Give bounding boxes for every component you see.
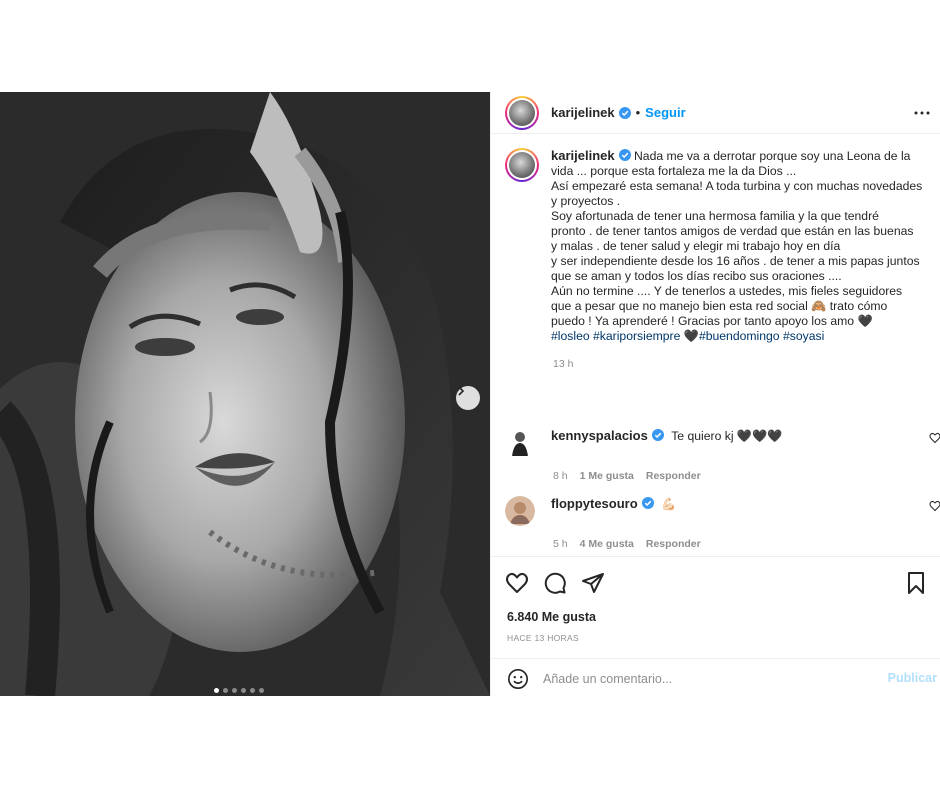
comment-like-heart-icon[interactable] (929, 500, 940, 512)
comment-meta: 8 h 1 Me gusta Responder (553, 470, 940, 482)
more-options-icon[interactable] (913, 104, 931, 122)
carousel-dot (214, 688, 219, 693)
carousel-dot (223, 688, 228, 693)
post-sidebar: karijelinek • Seguir karijelinek Nada me… (490, 92, 940, 696)
follow-button[interactable]: Seguir (645, 105, 685, 120)
caption-line: puedo ! Ya aprenderé ! Gracias por tanto… (551, 314, 873, 328)
caption-line: vida ... porque esta fortaleza me la da … (551, 164, 797, 178)
caption-time: 13 h (553, 358, 574, 370)
caption-username[interactable]: karijelinek (551, 148, 615, 163)
portrait-illustration (0, 92, 490, 696)
author-username[interactable]: karijelinek (551, 105, 615, 120)
comment-item: floppytesouro 💪🏻 5 h 4 Me gusta Responde… (505, 496, 940, 550)
verified-badge-icon (618, 106, 631, 119)
share-icon[interactable] (581, 571, 605, 595)
caption-line: que se aman y todos los días recibo sus … (551, 269, 842, 283)
header-separator: • (635, 105, 641, 120)
bookmark-icon[interactable] (905, 571, 927, 595)
emoji-icon[interactable] (507, 668, 529, 690)
carousel-dot (232, 688, 237, 693)
publish-button[interactable]: Publicar (888, 671, 937, 685)
likes-count[interactable]: 6.840 Me gusta (507, 610, 596, 624)
comment-username[interactable]: kennyspalacios (551, 428, 648, 443)
posted-time: HACE 13 HORAS (507, 633, 579, 643)
comment-time: 8 h (553, 470, 568, 482)
post-header: karijelinek • Seguir (491, 92, 940, 134)
next-slide-button[interactable] (456, 386, 480, 410)
heart-icon[interactable] (505, 571, 529, 595)
caption-line: y ser independiente desde los 16 años . … (551, 254, 920, 268)
comment-text: 💪🏻 (661, 497, 677, 511)
comment-input[interactable] (543, 671, 863, 686)
caption-hashtags[interactable]: #losleo #kariporsiempre 🖤#buendomingo #s… (551, 329, 940, 344)
caption-avatar[interactable] (505, 148, 539, 182)
comment-likes[interactable]: 4 Me gusta (580, 538, 634, 550)
comment-item: kennyspalacios Te quiero kj 🖤🖤🖤 8 h 1 Me… (505, 428, 940, 482)
caption-line: Aún no termine .... Y de tenerlos a uste… (551, 284, 903, 298)
caption-text: karijelinek Nada me va a derrotar porque… (551, 148, 940, 344)
instagram-post: karijelinek • Seguir karijelinek Nada me… (0, 92, 940, 696)
comment-likes[interactable]: 1 Me gusta (580, 470, 634, 482)
carousel-dot (241, 688, 246, 693)
verified-badge-icon (641, 497, 654, 509)
comment-time: 5 h (553, 538, 568, 550)
caption-line: Soy afortunada de tener una hermosa fami… (551, 209, 879, 223)
verified-badge-icon (618, 149, 631, 161)
comment-body: floppytesouro 💪🏻 (551, 496, 676, 512)
caption-line: y malas . de tener salud y elegir mi tra… (551, 239, 841, 253)
comment-body: kennyspalacios Te quiero kj 🖤🖤🖤 (551, 428, 782, 444)
comment-icon[interactable] (543, 571, 567, 595)
verified-badge-icon (651, 429, 664, 441)
carousel-dot (250, 688, 255, 693)
reply-button[interactable]: Responder (646, 470, 701, 482)
caption-line: que a pesar que no manejo bien esta red … (551, 299, 888, 313)
caption-line: y proyectos . (551, 194, 621, 208)
comment-text: Te quiero kj 🖤🖤🖤 (671, 429, 783, 443)
caption-line: pronto . de tener tantos amigos de verda… (551, 224, 914, 238)
post-actions: 6.840 Me gusta HACE 13 HORAS Publicar (491, 556, 940, 696)
chevron-right-icon (458, 386, 465, 396)
caption: karijelinek Nada me va a derrotar porque… (491, 148, 940, 370)
comment-meta: 5 h 4 Me gusta Responder (553, 538, 940, 550)
reply-button[interactable]: Responder (646, 538, 701, 550)
carousel-indicator (214, 688, 264, 693)
commenter-avatar[interactable] (505, 496, 535, 526)
caption-line: Así empezaré esta semana! A toda turbina… (551, 179, 923, 193)
author-avatar[interactable] (505, 95, 539, 130)
carousel-dot (259, 688, 264, 693)
comment-like-heart-icon[interactable] (929, 432, 940, 444)
add-comment-bar: Publicar (491, 658, 940, 698)
comment-username[interactable]: floppytesouro (551, 496, 638, 511)
commenter-avatar[interactable] (505, 428, 535, 458)
caption-line: Nada me va a derrotar porque soy una Leo… (634, 149, 911, 163)
post-photo[interactable] (0, 92, 490, 696)
